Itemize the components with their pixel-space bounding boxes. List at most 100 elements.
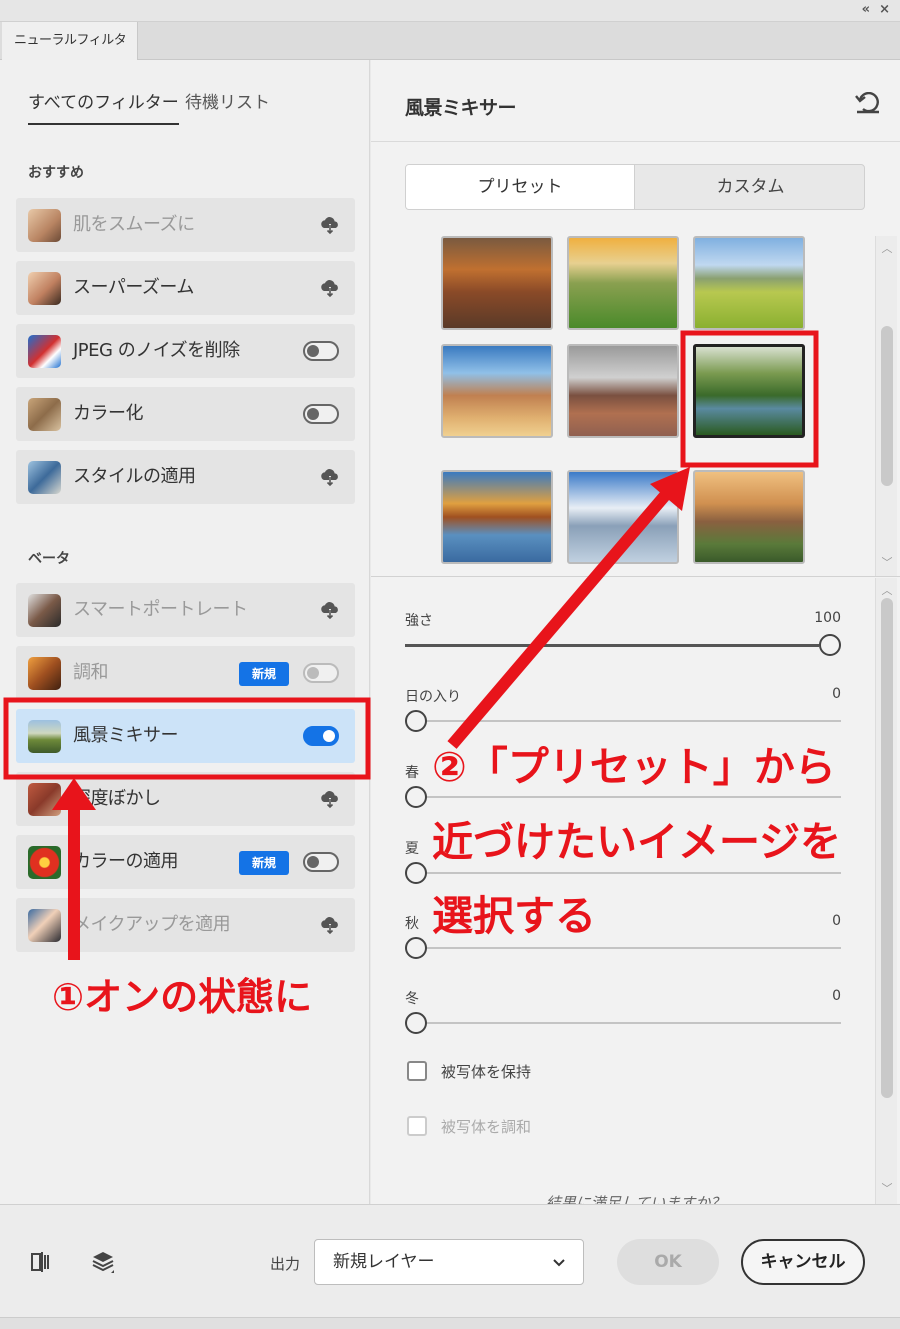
cloud-download-icon[interactable] (319, 466, 341, 488)
scroll-thumb[interactable] (881, 326, 893, 486)
slider-track[interactable] (405, 1022, 841, 1024)
slider-handle[interactable] (405, 937, 427, 959)
slider-winter: 冬 0 (405, 988, 845, 1044)
filter-item-style-transfer[interactable]: スタイルの適用 (16, 450, 355, 504)
thumbnail-portrait (28, 909, 61, 942)
slider-strength: 強さ 100 (405, 610, 845, 666)
filter-label: 風景ミキサー (73, 725, 179, 746)
slider-value: 0 (832, 686, 841, 702)
cloud-download-icon[interactable] (319, 277, 341, 299)
tab-all-filters[interactable]: すべてのフィルター (28, 88, 179, 125)
preset-tile-autumn-lake[interactable] (441, 470, 553, 564)
filter-item-depth-blur[interactable]: 深度ぼかし (16, 772, 355, 826)
settings-title: 風景ミキサー (405, 97, 517, 119)
scroll-up-icon[interactable]: ︿ (881, 582, 893, 598)
ok-button[interactable]: OK (617, 1239, 719, 1285)
output-select-value: 新規レイヤー (333, 1252, 435, 1272)
thumbnail-portrait (28, 594, 61, 627)
filter-item-landscape-mixer[interactable]: 風景ミキサー (16, 709, 355, 763)
bottom-bar: 出力 新規レイヤー OK キャンセル (0, 1204, 900, 1317)
tab-custom[interactable]: カスタム (636, 165, 865, 209)
close-icon[interactable]: × (879, 2, 890, 17)
filter-toggle[interactable] (303, 726, 339, 746)
scroll-down-icon[interactable]: ﹀ (881, 554, 893, 570)
output-select[interactable]: 新規レイヤー (314, 1239, 584, 1285)
slider-handle[interactable] (405, 710, 427, 732)
filter-list-panel: すべてのフィルター 待機リスト おすすめ 肌をスムーズに スーパーズーム JPE… (0, 60, 370, 1204)
filter-item-makeup-transfer[interactable]: メイクアップを適用 (16, 898, 355, 952)
slider-track[interactable] (405, 947, 841, 949)
preset-tile-alpine-meadow[interactable] (693, 236, 805, 330)
section-featured: おすすめ (28, 165, 84, 181)
filter-settings-panel: 風景ミキサー プリセット カスタム ︿ ﹀ ︿ ﹀ 強さ 100 日の入り 0 (371, 60, 900, 1204)
filter-toggle[interactable] (303, 341, 339, 361)
preset-tile-yosemite[interactable] (693, 470, 805, 564)
scroll-thumb[interactable] (881, 598, 893, 1098)
slider-track[interactable] (405, 796, 841, 798)
filter-item-jpeg-noise[interactable]: JPEG のノイズを削除 (16, 324, 355, 378)
preset-tile-canyon[interactable] (441, 236, 553, 330)
cloud-download-icon[interactable] (319, 788, 341, 810)
filter-item-color-transfer[interactable]: カラーの適用 新規 (16, 835, 355, 889)
annotation-step1: ①オンの状態に (52, 975, 313, 1019)
slider-track[interactable] (405, 872, 841, 874)
thumbnail-portrait (28, 272, 61, 305)
slider-handle[interactable] (819, 634, 841, 656)
cloud-download-icon[interactable] (319, 214, 341, 236)
thumbnail-portrait (28, 209, 61, 242)
filter-label: カラー化 (73, 403, 144, 424)
output-label: 出力 (270, 1255, 301, 1273)
preset-tile-sunset-hills[interactable] (567, 236, 679, 330)
reset-icon[interactable] (854, 92, 882, 114)
new-badge: 新規 (239, 662, 289, 686)
collapse-icon[interactable]: « (862, 2, 870, 17)
filter-item-harmonization[interactable]: 調和 新規 (16, 646, 355, 700)
filter-label: 深度ぼかし (73, 788, 161, 809)
new-badge: 新規 (239, 851, 289, 875)
slider-track[interactable] (405, 720, 841, 722)
preset-tile-green-river[interactable] (693, 344, 805, 438)
section-beta: ベータ (28, 551, 70, 567)
slider-label: 春 (405, 765, 419, 781)
cloud-download-icon[interactable] (319, 914, 341, 936)
slider-handle[interactable] (405, 1012, 427, 1034)
settings-scrollbar[interactable]: ︿ ﹀ (875, 578, 897, 1204)
preserve-subject-checkbox[interactable]: 被写体を保持 (407, 1059, 607, 1085)
slider-value: 100 (814, 610, 841, 626)
cancel-button[interactable]: キャンセル (741, 1239, 865, 1285)
preset-tile-snow-peaks[interactable] (567, 470, 679, 564)
panel-tab-neural-filters[interactable]: ニューラルフィルター (2, 22, 138, 86)
slider-handle[interactable] (405, 786, 427, 808)
tab-waitlist[interactable]: 待機リスト (185, 88, 270, 113)
thumbnail-landscape (28, 720, 61, 753)
filter-toggle[interactable] (303, 663, 339, 683)
feedback-prompt: 結果に満足していますか？ (545, 1194, 726, 1204)
checkbox-box (407, 1116, 427, 1136)
slider-label: 冬 (405, 991, 419, 1007)
checkbox-box[interactable] (407, 1061, 427, 1081)
slider-value: 0 (832, 988, 841, 1004)
slider-handle[interactable] (405, 862, 427, 884)
filter-item-smart-portrait[interactable]: スマートポートレート (16, 583, 355, 637)
resize-grip[interactable] (0, 1317, 900, 1329)
cloud-download-icon[interactable] (319, 599, 341, 621)
preset-tile-monument-valley[interactable] (567, 344, 679, 438)
filter-toggle[interactable] (303, 404, 339, 424)
slider-label: 強さ (405, 613, 433, 629)
settings-header: 風景ミキサー (371, 60, 900, 142)
preset-tile-desert-rocks[interactable] (441, 344, 553, 438)
filter-toggle[interactable] (303, 852, 339, 872)
scroll-up-icon[interactable]: ︿ (881, 240, 893, 256)
harmonize-subject-checkbox: 被写体を調和 (407, 1114, 607, 1140)
preset-scrollbar[interactable]: ︿ ﹀ (875, 236, 897, 576)
slider-value: 0 (832, 913, 841, 929)
filter-item-skin-smoothing[interactable]: 肌をスムーズに (16, 198, 355, 252)
filter-item-colorize[interactable]: カラー化 (16, 387, 355, 441)
preset-custom-tabs: プリセット カスタム (405, 164, 865, 210)
tab-preset[interactable]: プリセット (406, 165, 635, 209)
filter-item-super-zoom[interactable]: スーパーズーム (16, 261, 355, 315)
before-after-icon[interactable] (28, 1249, 54, 1275)
layers-icon[interactable] (90, 1249, 116, 1275)
thumbnail-group-photo (28, 398, 61, 431)
slider-label: 秋 (405, 916, 419, 932)
